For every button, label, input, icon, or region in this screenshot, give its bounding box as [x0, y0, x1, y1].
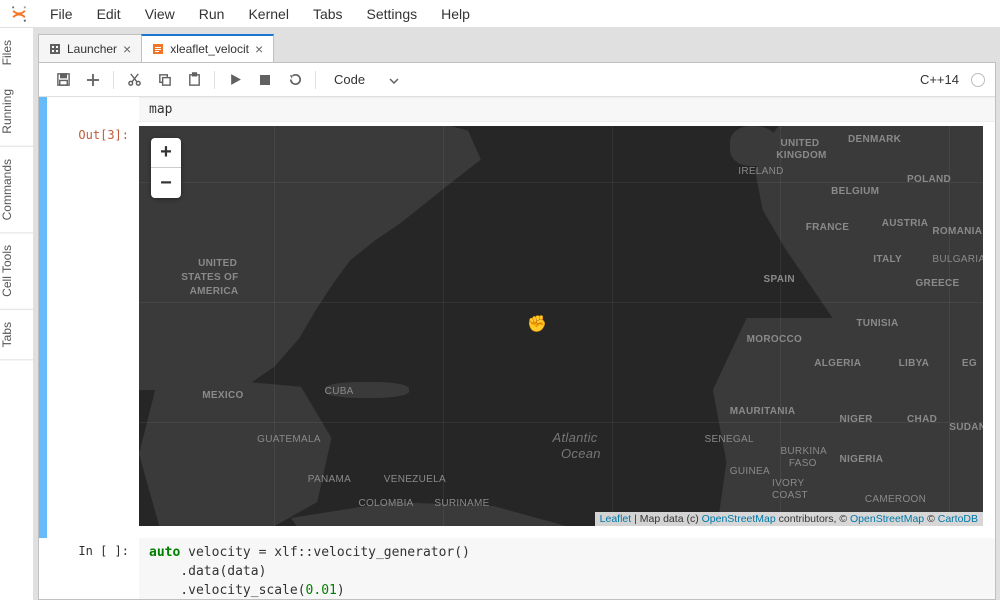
notebook-icon [152, 43, 164, 55]
code-input[interactable]: auto velocity = xlf::velocity_generator(… [139, 538, 995, 599]
paste-button[interactable] [180, 66, 208, 94]
cell-type-label: Code [334, 72, 365, 87]
input-prompt: In [ ]: [47, 538, 139, 599]
tab-notebook[interactable]: xleaflet_velocit × [141, 34, 274, 62]
osm-link[interactable]: OpenStreetMap [850, 513, 924, 525]
menu-run[interactable]: Run [189, 2, 235, 26]
tab-launcher[interactable]: Launcher × [38, 34, 142, 62]
sidetab-celltools[interactable]: Cell Tools [0, 233, 33, 310]
leaflet-link[interactable]: Leaflet [600, 513, 632, 525]
code-input[interactable]: map [139, 97, 995, 122]
run-button[interactable] [221, 66, 249, 94]
code-cell[interactable]: map Out[3]: [39, 97, 995, 538]
separator [214, 71, 215, 89]
sidetab-tabs[interactable]: Tabs [0, 310, 33, 360]
zoom-in-button[interactable]: + [151, 138, 181, 168]
sidetab-commands[interactable]: Commands [0, 147, 33, 233]
cell-gutter [39, 97, 47, 538]
carto-link[interactable]: CartoDB [938, 513, 978, 525]
stop-button[interactable] [251, 66, 279, 94]
code-cell[interactable]: In [ ]: auto velocity = xlf::velocity_ge… [39, 538, 995, 599]
close-icon[interactable]: × [123, 41, 131, 57]
menu-view[interactable]: View [135, 2, 185, 26]
cell-type-select[interactable]: Code [322, 68, 407, 92]
close-icon[interactable]: × [255, 41, 263, 57]
map-attribution: Leaflet | Map data (c) OpenStreetMap con… [595, 512, 983, 526]
kernel-status-icon[interactable] [971, 73, 985, 87]
notebook-toolbar: Code C++14 [39, 63, 995, 97]
menu-settings[interactable]: Settings [357, 2, 428, 26]
document-tabbar: Launcher × xleaflet_velocit × [38, 32, 996, 62]
attrib-text: contributors, © [776, 513, 850, 525]
launcher-icon [49, 43, 61, 55]
sidetab-running[interactable]: Running [0, 77, 33, 147]
add-cell-button[interactable] [79, 66, 107, 94]
tab-notebook-label: xleaflet_velocit [170, 42, 249, 56]
save-button[interactable] [49, 66, 77, 94]
chevron-down-icon [389, 72, 399, 87]
notebook-area[interactable]: map Out[3]: [39, 97, 995, 599]
prompt-spacer [47, 97, 139, 122]
separator [113, 71, 114, 89]
side-tabbar: Files Running Commands Cell Tools Tabs [0, 28, 34, 600]
jupyter-logo-icon [8, 3, 30, 25]
attrib-text: © [924, 513, 938, 525]
leaflet-map[interactable]: UNITED STATES OF AMERICA MEXICO CUBA GUA… [139, 126, 983, 526]
menu-bar: File Edit View Run Kernel Tabs Settings … [0, 0, 1000, 28]
copy-button[interactable] [150, 66, 178, 94]
output-prompt: Out[3]: [47, 122, 139, 538]
attrib-text: | Map data (c) [631, 513, 701, 525]
kernel-name[interactable]: C++14 [920, 72, 959, 87]
zoom-control: + − [151, 138, 181, 198]
menu-file[interactable]: File [40, 2, 83, 26]
menu-help[interactable]: Help [431, 2, 480, 26]
tab-launcher-label: Launcher [67, 42, 117, 56]
menu-edit[interactable]: Edit [87, 2, 131, 26]
restart-button[interactable] [281, 66, 309, 94]
cut-button[interactable] [120, 66, 148, 94]
menu-kernel[interactable]: Kernel [238, 2, 298, 26]
zoom-out-button[interactable]: − [151, 168, 181, 198]
map-output: UNITED STATES OF AMERICA MEXICO CUBA GUA… [139, 126, 983, 526]
menu-tabs[interactable]: Tabs [303, 2, 353, 26]
sidetab-files[interactable]: Files [0, 28, 33, 77]
separator [315, 71, 316, 89]
osm-link[interactable]: OpenStreetMap [702, 513, 776, 525]
